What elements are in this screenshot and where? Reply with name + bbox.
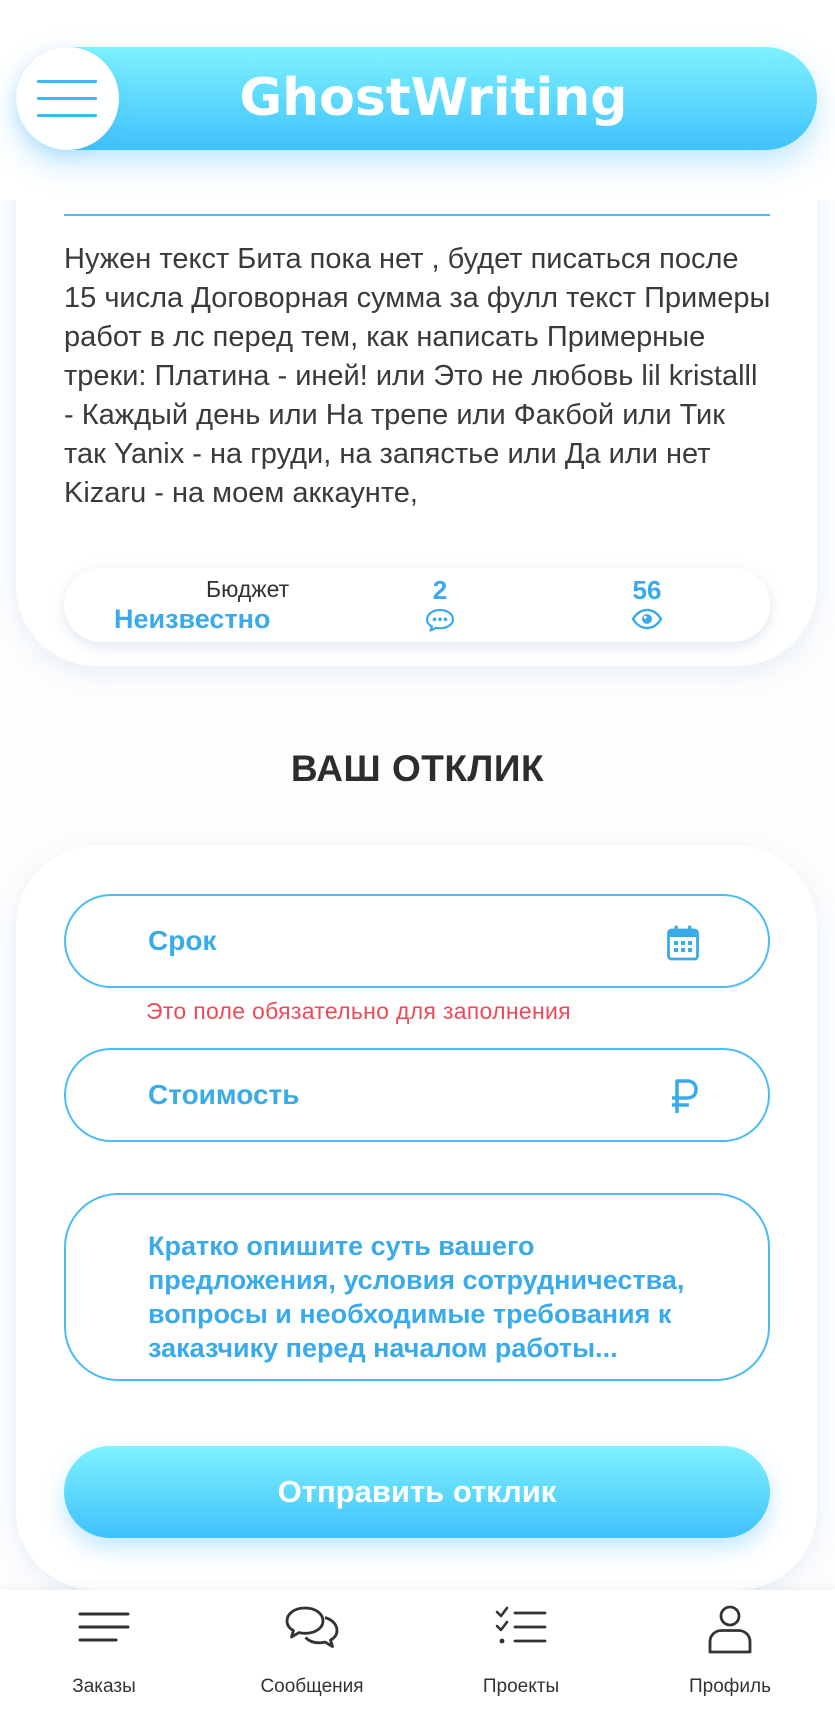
order-stats-bar: Бюджет Неизвестно 2 56 xyxy=(64,568,770,642)
chat-bubbles-icon xyxy=(285,1606,339,1648)
checklist-icon xyxy=(495,1606,547,1644)
deadline-field[interactable]: Срок xyxy=(64,894,770,988)
deadline-error-message: Это поле обязательно для заполнения xyxy=(146,998,571,1024)
bottom-navigation: Заказы Сообщения Проекты Профиль xyxy=(0,1590,835,1709)
comment-bubble-icon xyxy=(425,608,455,632)
nav-item-profile[interactable]: Профиль xyxy=(645,1590,815,1709)
nav-label-profile: Профиль xyxy=(688,1676,772,1697)
eye-icon xyxy=(631,608,663,630)
comments-stat[interactable]: 2 xyxy=(410,576,470,632)
nav-label-projects: Проекты xyxy=(482,1676,560,1697)
comments-count: 2 xyxy=(432,575,448,605)
list-icon xyxy=(78,1612,130,1642)
order-divider xyxy=(64,214,770,216)
nav-label-orders: Заказы xyxy=(72,1676,136,1697)
cost-field[interactable]: Стоимость xyxy=(64,1048,770,1142)
budget-value: Неизвестно xyxy=(114,604,271,634)
message-placeholder: Кратко опишите суть вашего предложения, … xyxy=(148,1231,685,1363)
nav-item-orders[interactable]: Заказы xyxy=(19,1590,189,1709)
calendar-icon[interactable] xyxy=(666,924,700,962)
views-count: 56 xyxy=(632,575,662,605)
submit-response-button[interactable]: Отправить отклик xyxy=(64,1446,770,1538)
views-stat: 56 xyxy=(617,576,677,630)
order-description: Нужен текст Бита пока нет , будет писать… xyxy=(64,243,771,509)
cost-placeholder: Стоимость xyxy=(148,1079,300,1110)
hamburger-menu-button[interactable] xyxy=(16,47,119,150)
budget-label: Бюджет xyxy=(206,576,290,602)
response-section-title: ВАШ ОТКЛИК xyxy=(290,748,545,789)
ruble-icon xyxy=(672,1079,698,1113)
message-textarea[interactable]: Кратко опишите суть вашего предложения, … xyxy=(64,1193,770,1381)
app-header: GhostWriting xyxy=(0,0,835,200)
deadline-placeholder: Срок xyxy=(148,925,217,956)
nav-item-projects[interactable]: Проекты xyxy=(436,1590,606,1709)
user-icon xyxy=(708,1605,752,1654)
nav-label-messages: Сообщения xyxy=(260,1676,364,1697)
nav-item-messages[interactable]: Сообщения xyxy=(227,1590,397,1709)
app-title: GhostWriting xyxy=(239,68,628,128)
